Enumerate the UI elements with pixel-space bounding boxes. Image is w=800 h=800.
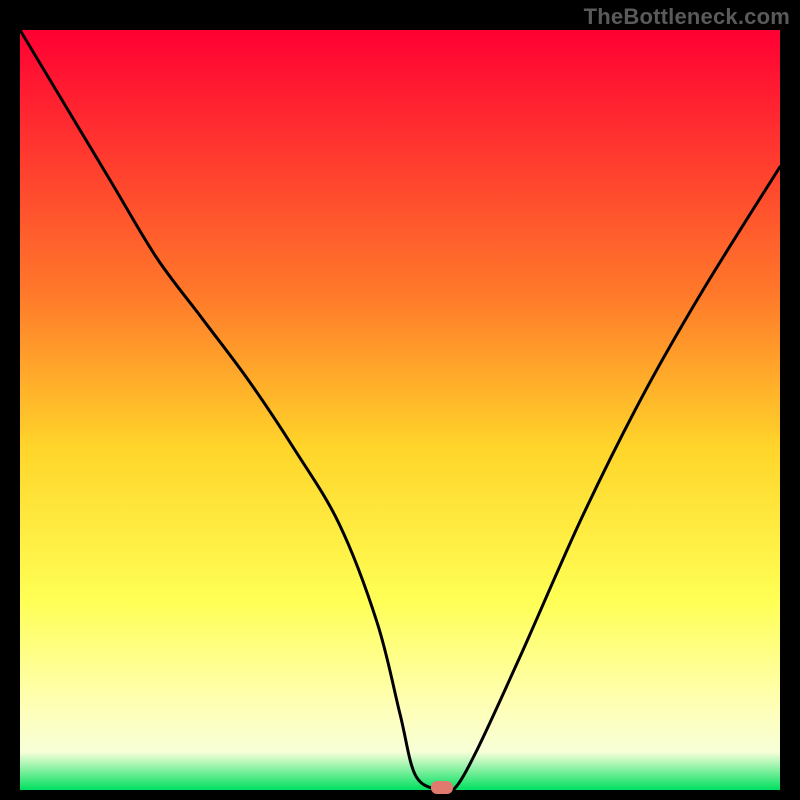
optimum-marker [431, 781, 453, 794]
bottleneck-chart [20, 30, 780, 790]
chart-background [20, 30, 780, 790]
watermark-text: TheBottleneck.com [584, 4, 790, 30]
